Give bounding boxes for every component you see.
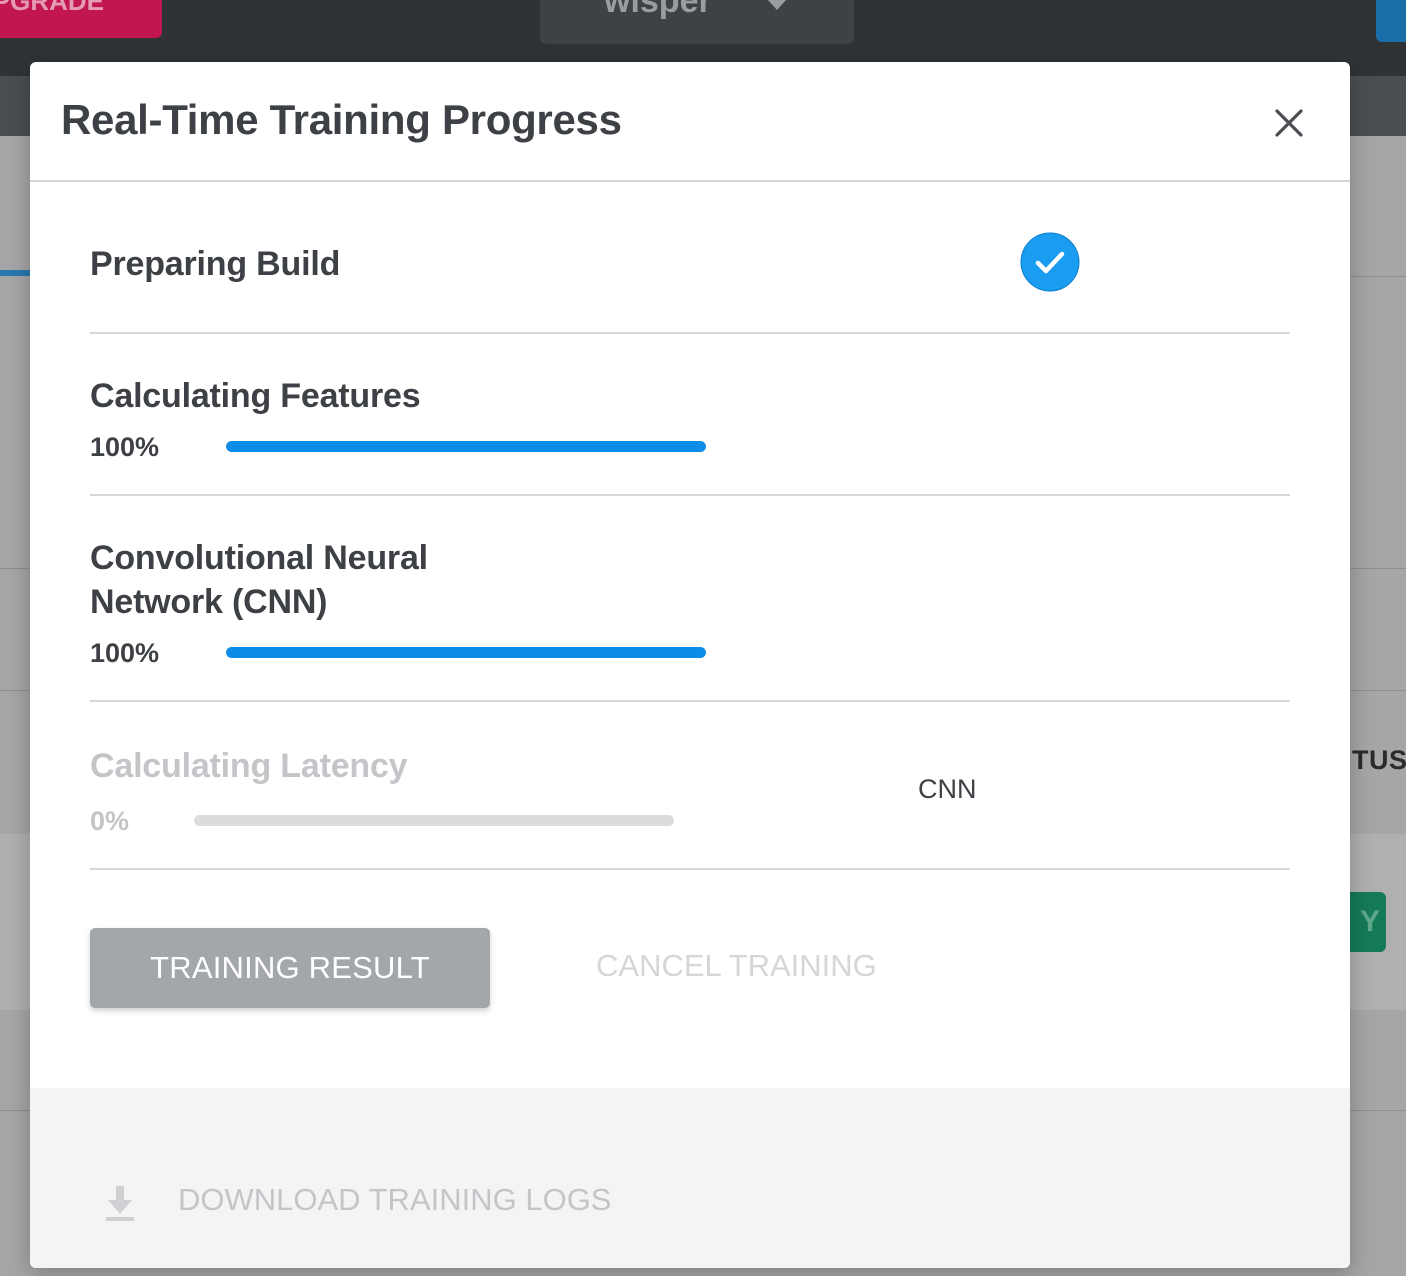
bg-divider <box>0 568 30 569</box>
download-icon[interactable] <box>104 1184 136 1222</box>
upgrade-button[interactable]: UPGRADE <box>0 0 162 38</box>
bg-divider <box>1350 568 1406 569</box>
step-divider <box>90 332 1290 334</box>
modal-footer: DOWNLOAD TRAINING LOGS <box>30 1088 1350 1268</box>
active-tab-indicator <box>0 270 30 276</box>
step-calculating-latency: Calculating Latency 0% <box>90 744 1290 836</box>
check-circle-icon <box>1020 232 1080 292</box>
step-cnn: Convolutional Neural Network (CNN) 100% <box>90 536 1290 668</box>
step-divider <box>90 868 1290 870</box>
bg-divider <box>1350 690 1406 691</box>
step-title: Calculating Latency <box>90 747 408 785</box>
project-selector[interactable]: wisper <box>540 0 854 44</box>
step-divider <box>90 494 1290 496</box>
bg-divider <box>0 1110 30 1111</box>
upgrade-label: UPGRADE <box>0 0 104 16</box>
chevron-down-icon <box>768 0 786 10</box>
progress-percent: 0% <box>90 806 130 836</box>
step-preparing-build: Preparing Build <box>90 242 1290 286</box>
bg-status-header: TUS <box>1352 745 1406 775</box>
bg-green-button[interactable]: Y <box>1348 892 1386 952</box>
step-title: Preparing Build <box>90 245 341 283</box>
topbar-action-button[interactable] <box>1376 0 1406 42</box>
project-name: wisper <box>604 0 712 20</box>
modal-header: Real-Time Training Progress <box>30 62 1350 182</box>
bg-divider <box>0 690 30 691</box>
progress-bar <box>226 441 706 452</box>
step-calculating-features: Calculating Features 100% <box>90 374 1290 462</box>
modal-title: Real-Time Training Progress <box>61 96 622 143</box>
step-title-line1: Convolutional Neural <box>90 539 428 577</box>
progress-percent: 100% <box>90 638 160 668</box>
progress-percent: 100% <box>90 432 160 462</box>
step-title: Calculating Features <box>90 377 421 415</box>
progress-bar <box>194 815 674 826</box>
training-result-button[interactable]: TRAINING RESULT <box>90 928 490 1008</box>
step-divider <box>90 700 1290 702</box>
cancel-training-button[interactable]: CANCEL TRAINING <box>596 948 877 984</box>
close-icon[interactable] <box>1272 106 1306 140</box>
bg-divider <box>1350 1110 1406 1111</box>
bg-table-row <box>0 834 30 1010</box>
training-progress-modal: Real-Time Training Progress Preparing Bu… <box>30 62 1350 1268</box>
download-training-logs-button[interactable]: DOWNLOAD TRAINING LOGS <box>178 1182 612 1218</box>
progress-bar-fill <box>226 441 706 452</box>
step-title-line2: Network (CNN) <box>90 583 328 621</box>
progress-bar <box>226 647 706 658</box>
progress-bar-fill <box>226 647 706 658</box>
bg-divider <box>1350 276 1406 277</box>
model-label: CNN <box>918 774 977 804</box>
